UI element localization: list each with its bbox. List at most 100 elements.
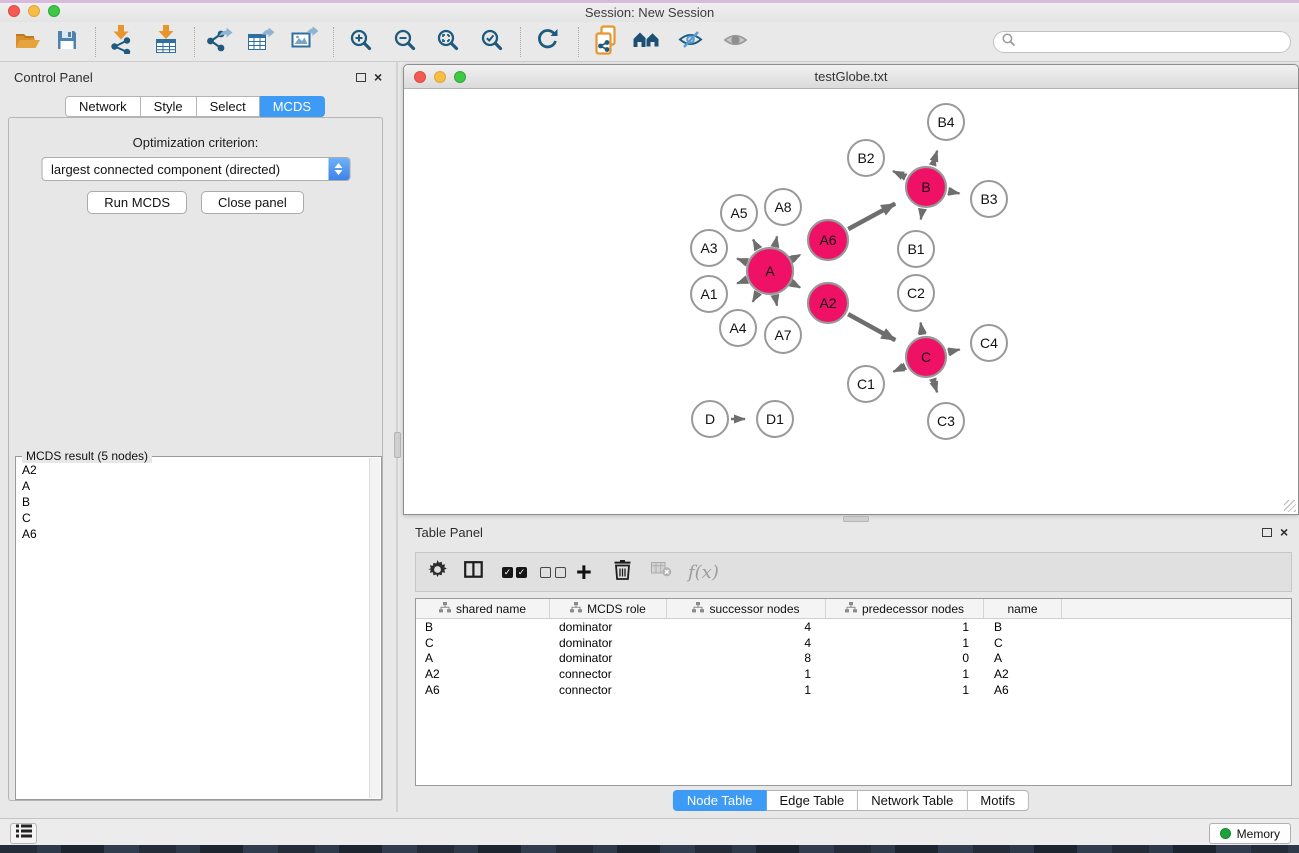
import-table-button[interactable]	[147, 26, 185, 58]
close-network-button[interactable]	[414, 71, 426, 83]
graph-edge-A2-C[interactable]	[848, 314, 895, 340]
mcds-result-item[interactable]: B	[18, 494, 367, 510]
show-columns-button[interactable]	[464, 553, 483, 591]
graph-node-C4[interactable]: C4	[971, 325, 1007, 361]
graph-node-B2[interactable]: B2	[848, 140, 884, 176]
network-window[interactable]: testGlobe.txt AA2A6BCA1A3A4A5A7A8B1B2B3B…	[403, 64, 1299, 515]
graph-edge-A-A4[interactable]	[753, 294, 758, 302]
create-column-button[interactable]: +	[576, 553, 592, 591]
graph-node-A6[interactable]: A6	[808, 220, 848, 260]
save-session-button[interactable]	[48, 26, 86, 58]
criterion-dropdown[interactable]: largest connected component (directed)	[41, 157, 350, 181]
column-header-shared-name[interactable]: shared name	[416, 599, 550, 618]
graph-edge-A-A8[interactable]	[775, 236, 777, 245]
import-network-button[interactable]	[102, 26, 140, 58]
graph-edge-B-B1[interactable]	[921, 210, 923, 220]
search-input[interactable]	[1020, 35, 1270, 49]
mcds-result-list[interactable]: A2ABCA6	[18, 462, 367, 797]
task-history-button[interactable]	[10, 823, 37, 844]
zoom-network-button[interactable]	[454, 71, 466, 83]
graph-node-A5[interactable]: A5	[721, 195, 757, 231]
zoom-out-button[interactable]	[386, 26, 424, 58]
graph-edge-C-C3[interactable]	[933, 379, 937, 392]
graph-node-A8[interactable]: A8	[765, 189, 801, 225]
graph-node-D[interactable]: D	[692, 401, 728, 437]
export-network-button[interactable]	[200, 26, 238, 58]
graph-node-C[interactable]: C	[906, 337, 946, 377]
close-window-button[interactable]	[8, 5, 20, 17]
graph-node-A2[interactable]: A2	[808, 283, 848, 323]
table-tab-edge-table[interactable]: Edge Table	[766, 790, 858, 811]
refresh-view-button[interactable]	[529, 26, 567, 58]
hide-details-button[interactable]	[671, 26, 709, 58]
close-panel-icon[interactable]: ×	[374, 69, 382, 85]
close-table-panel-icon[interactable]: ×	[1280, 524, 1288, 540]
mcds-result-item[interactable]: A2	[18, 462, 367, 478]
graph-edge-A-A3[interactable]	[737, 259, 746, 262]
graph-node-B1[interactable]: B1	[898, 231, 934, 267]
tab-network[interactable]: Network	[65, 96, 141, 117]
graph-node-C3[interactable]: C3	[928, 403, 964, 439]
search-field[interactable]	[993, 31, 1291, 53]
graph-node-B4[interactable]: B4	[928, 104, 964, 140]
graph-edge-A-A1[interactable]	[737, 280, 746, 283]
tab-mcds[interactable]: MCDS	[260, 96, 325, 117]
column-header-name[interactable]: name	[984, 599, 1062, 618]
graph-edge-C-C1[interactable]	[893, 366, 905, 371]
resize-grip-icon[interactable]	[1284, 500, 1296, 512]
zoom-fit-button[interactable]	[429, 26, 467, 58]
graph-edge-A-A5[interactable]	[753, 240, 758, 249]
table-row[interactable]: A6connector11A6	[416, 682, 1291, 698]
result-list-scrollbar[interactable]	[369, 458, 380, 798]
vertical-splitter-handle[interactable]	[394, 432, 401, 458]
graph-edge-A6-B[interactable]	[848, 204, 895, 230]
graph-edge-B-B4[interactable]	[933, 151, 937, 165]
graph-edge-C-C4[interactable]	[949, 350, 960, 353]
export-table-button[interactable]	[242, 26, 280, 58]
graph-edge-A-A2[interactable]	[793, 284, 800, 288]
select-all-columns-button[interactable]: ✓✓	[502, 553, 527, 591]
graph-node-A4[interactable]: A4	[720, 310, 756, 346]
table-tab-node-table[interactable]: Node Table	[673, 790, 767, 811]
graph-node-A7[interactable]: A7	[765, 317, 801, 353]
mcds-result-item[interactable]: A6	[18, 526, 367, 542]
network-window-titlebar[interactable]: testGlobe.txt	[404, 65, 1298, 89]
graph-node-C1[interactable]: C1	[848, 366, 884, 402]
float-panel-icon[interactable]	[356, 73, 366, 82]
graph-edge-C-C2[interactable]	[921, 323, 923, 335]
graph-edge-A-A7[interactable]	[775, 297, 777, 306]
float-table-panel-icon[interactable]	[1262, 528, 1272, 537]
mcds-result-item[interactable]: C	[18, 510, 367, 526]
network-canvas[interactable]: AA2A6BCA1A3A4A5A7A8B1B2B3B4C1C2C3C4DD1	[404, 90, 1298, 514]
graph-edge-A-A6[interactable]	[793, 255, 800, 259]
delete-column-button[interactable]	[614, 553, 631, 591]
zoom-in-button[interactable]	[342, 26, 380, 58]
tab-style[interactable]: Style	[141, 96, 197, 117]
graph-edge-B-B3[interactable]	[949, 191, 960, 193]
tab-select[interactable]: Select	[197, 96, 260, 117]
graph-node-A1[interactable]: A1	[691, 276, 727, 312]
column-header-mcds-role[interactable]: MCDS role	[550, 599, 667, 618]
deselect-all-columns-button[interactable]	[540, 553, 566, 591]
graph-node-A[interactable]: A	[747, 248, 793, 294]
zoom-selected-button[interactable]	[473, 26, 511, 58]
graph-edge-B-B2[interactable]	[893, 171, 905, 177]
zoom-window-button[interactable]	[48, 5, 60, 17]
export-image-button[interactable]	[285, 26, 323, 58]
graph-node-B[interactable]: B	[906, 167, 946, 207]
minimize-window-button[interactable]	[28, 5, 40, 17]
clone-network-button[interactable]	[588, 26, 626, 58]
table-row[interactable]: Adominator80A	[416, 650, 1291, 666]
open-file-button[interactable]	[9, 26, 47, 58]
table-tab-network-table[interactable]: Network Table	[858, 790, 967, 811]
graph-node-D1[interactable]: D1	[757, 401, 793, 437]
table-row[interactable]: Cdominator41C	[416, 635, 1291, 651]
close-panel-button[interactable]: Close panel	[201, 191, 304, 214]
minimize-network-button[interactable]	[434, 71, 446, 83]
column-header-successor-nodes[interactable]: successor nodes	[667, 599, 826, 618]
table-settings-button[interactable]	[428, 553, 447, 591]
table-row[interactable]: A2connector11A2	[416, 666, 1291, 682]
main-titlebar[interactable]: Session: New Session	[0, 3, 1299, 22]
table-row[interactable]: Bdominator41B	[416, 619, 1291, 635]
memory-button[interactable]: Memory	[1209, 823, 1291, 844]
